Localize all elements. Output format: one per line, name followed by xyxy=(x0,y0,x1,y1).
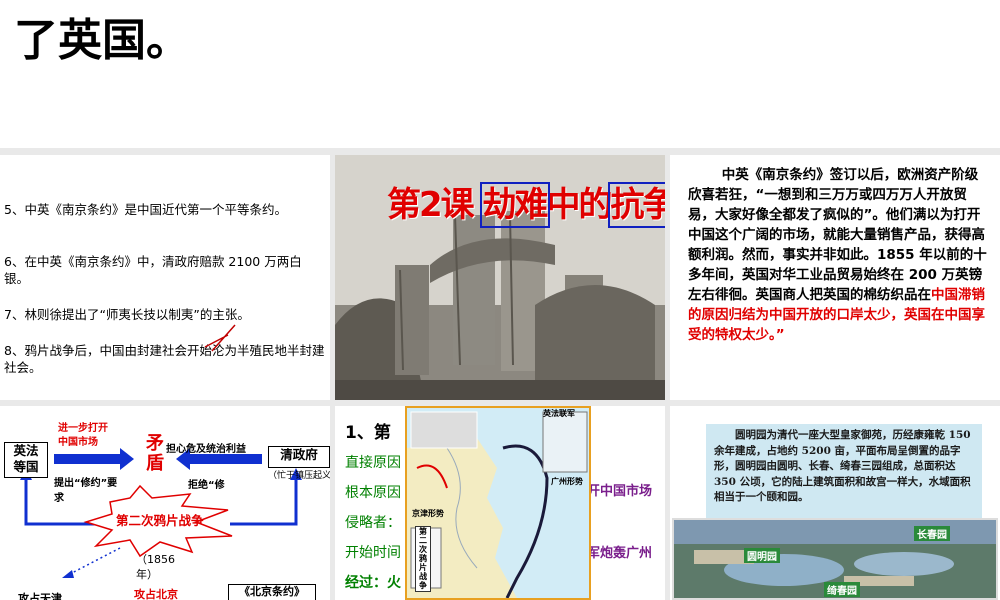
yuanmingyuan-info-panel: 圆明园为清代一座大型皇家御苑，历经康雍乾 150 余年建成，占地约 5200 亩… xyxy=(706,424,982,520)
map-tag-guangzhou: 广州形势 xyxy=(551,477,583,486)
yuanmingyuan-description: 圆明园为清代一座大型皇家御苑，历经康雍乾 150 余年建成，占地约 5200 亩… xyxy=(714,429,971,503)
process-label: 经过：火 xyxy=(345,575,401,591)
slide-thumbnail-questions[interactable]: 5、中英《南京条约》是中国近代第一个平等条约。 6、在中英《南京条约》中，清政府… xyxy=(0,155,330,400)
capture-beijing: 攻占北京 xyxy=(134,588,178,600)
war-year: （1856 年） xyxy=(136,553,175,581)
title-word-middle: 中的 xyxy=(546,185,613,225)
contradiction-label: 矛 盾 xyxy=(146,433,164,474)
bombard-guangzhou-text: 军炮轰广州 xyxy=(587,546,653,561)
title-boxed-word-1: 劫难 xyxy=(479,182,550,228)
slide-thumbnail-title[interactable]: 第2课 劫难中的抗争 xyxy=(335,155,665,400)
beijing-treaty-box: 《北京条约》 xyxy=(228,584,316,600)
yuanmingyuan-aerial-image: 长春园 圆明园 绮春园 xyxy=(672,518,998,600)
qing-government-box: 清政府 xyxy=(268,446,330,468)
slide-thumbnail-reading[interactable]: 中英《南京条约》签订以后，欧洲资产阶级欣喜若狂，“一想到和三万万或四万万人开放贸… xyxy=(670,155,1000,400)
section-heading: 1、第 xyxy=(345,423,391,443)
aggressor-label: 侵略者： xyxy=(345,515,401,531)
map-vertical-title: 第二次鸦片战争 xyxy=(415,526,431,592)
second-opium-war-label: 第二次鸦片战争 xyxy=(116,513,204,528)
map-drawing xyxy=(407,408,589,598)
top-slide-title: 了英国。 xyxy=(14,15,190,66)
rule-concern-label: 担心危及统治利益 xyxy=(166,444,246,455)
label-changchunyuan: 长春园 xyxy=(914,526,950,541)
lesson-number: 第2课 xyxy=(387,185,483,225)
start-time-label: 开始时间 xyxy=(345,545,401,561)
war-route-map: 京津形势 英法联军 广州形势 第二次鸦片战争 xyxy=(405,406,591,600)
label-qichunyuan: 绮春园 xyxy=(824,582,860,597)
root-cause-label: 根本原因 xyxy=(345,485,401,501)
britain-france-box: 英法 等国 xyxy=(4,442,48,478)
direct-cause-label: 直接原因 xyxy=(345,455,401,471)
open-market-label: 进一步打开 中国市场 xyxy=(58,423,108,448)
lesson-title: 第2课 劫难中的抗争 xyxy=(387,177,665,228)
open-market-text: 开中国市场 xyxy=(587,484,653,499)
qing-note: （忙于镇压起义） xyxy=(268,471,330,481)
qing-government-label: 清政府 xyxy=(280,447,318,462)
beijing-treaty-label: 《北京条约》 xyxy=(239,585,305,598)
map-tag-allied-forces: 英法联军 xyxy=(543,409,575,418)
britain-france-label: 英法 等国 xyxy=(13,443,39,474)
refuse-revision: 拒绝“修 xyxy=(188,480,225,491)
reading-passage: 中英《南京条约》签订以后，欧洲资产阶级欣喜若狂，“一想到和三万万或四万万人开放贸… xyxy=(688,165,988,345)
pen-mark-icon xyxy=(204,324,236,352)
slide-thumbnail-yuanmingyuan[interactable]: 圆明园为清代一座大型皇家御苑，历经康雍乾 150 余年建成，占地约 5200 亩… xyxy=(670,406,1000,600)
top-slide-fragment: 了英国。 xyxy=(0,0,1000,148)
label-yuanmingyuan: 圆明园 xyxy=(744,548,780,563)
treaty-revision-request: 提出“修约”要 求 xyxy=(54,478,118,504)
capture-tianjin: 攻占天津 xyxy=(18,592,62,600)
slide-thumbnail-war-outline[interactable]: 1、第 直接原因 根本原因 侵略者： 开始时间 经过：火 开中国市场 军炮轰广州… xyxy=(335,406,665,600)
slide-thumbnail-diagram[interactable]: 英法 等国 清政府 （忙于镇压起义） 进一步打开 中国市场 担心危及统治利益 矛… xyxy=(0,406,330,600)
title-boxed-word-2: 抗争 xyxy=(607,182,665,228)
passage-black-text: 中英《南京条约》签订以后，欧洲资产阶级欣喜若狂，“一想到和三万万或四万万人开放贸… xyxy=(688,167,987,303)
map-tag-beijing-tianjin: 京津形势 xyxy=(412,509,444,518)
